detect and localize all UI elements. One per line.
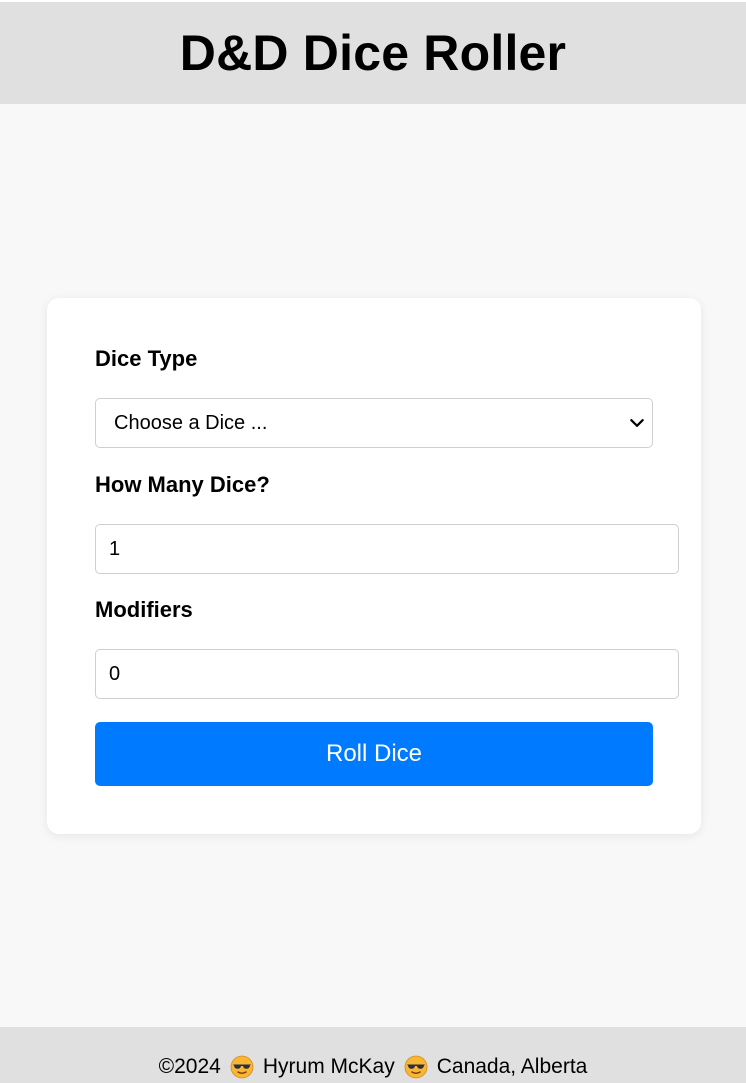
dice-roller-card: Dice Type Choose a Dice ... How Many Dic… [47,298,701,834]
how-many-dice-label: How Many Dice? [95,472,270,497]
chevron-down-icon [630,419,644,427]
sunglasses-face-icon [230,1055,254,1079]
footer-copyright: ©2024 [158,1055,221,1078]
roll-dice-button[interactable]: Roll Dice [95,722,653,786]
page-title: D&D Dice Roller [179,25,567,81]
footer-author: Hyrum McKay [262,1055,395,1078]
dice-type-label: Dice Type [95,346,198,371]
dice-type-selected-value: Choose a Dice ... [114,411,268,434]
modifiers-label: Modifiers [95,597,193,622]
page-footer: ©2024 Hyrum McKay Canada, Alberta [0,1027,746,1083]
sunglasses-face-icon [404,1055,428,1079]
dice-count-input[interactable] [95,524,679,574]
dice-type-select[interactable]: Choose a Dice ... [95,398,653,448]
footer-location: Canada, Alberta [436,1055,588,1078]
modifiers-input[interactable] [95,649,679,699]
page-header: D&D Dice Roller [0,0,746,104]
